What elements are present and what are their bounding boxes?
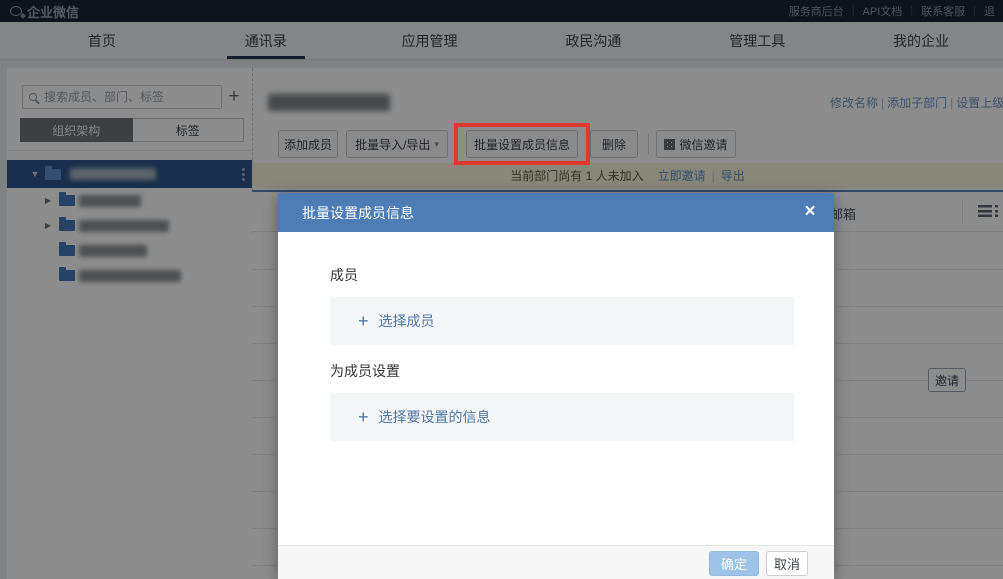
settings-section-label: 为成员设置 (330, 361, 400, 381)
dialog-title: 批量设置成员信息 (302, 203, 414, 223)
select-members-link[interactable]: + 选择成员 (358, 311, 435, 331)
select-info-link[interactable]: + 选择要设置的信息 (358, 407, 491, 427)
plus-icon: + (358, 314, 369, 328)
member-select-panel: + 选择成员 (330, 297, 794, 345)
batch-set-member-info-dialog: 批量设置成员信息 × 成员 + 选择成员 为成员设置 + 选择要设置的信息 确定… (278, 193, 834, 579)
settings-select-panel: + 选择要设置的信息 (330, 393, 794, 441)
plus-icon: + (358, 410, 369, 424)
dialog-header: 批量设置成员信息 × (278, 193, 834, 232)
confirm-button[interactable]: 确定 (709, 551, 759, 576)
annotation-highlight-box (454, 123, 590, 165)
dialog-footer: 确定 取消 (278, 545, 834, 579)
close-icon[interactable]: × (798, 200, 822, 224)
member-section-label: 成员 (330, 265, 358, 285)
cancel-button[interactable]: 取消 (766, 551, 808, 576)
app-window: 企业微信 服务商后台 | API文档 | 联系客服 | 退 首页 通讯录 应用管… (0, 0, 1003, 579)
